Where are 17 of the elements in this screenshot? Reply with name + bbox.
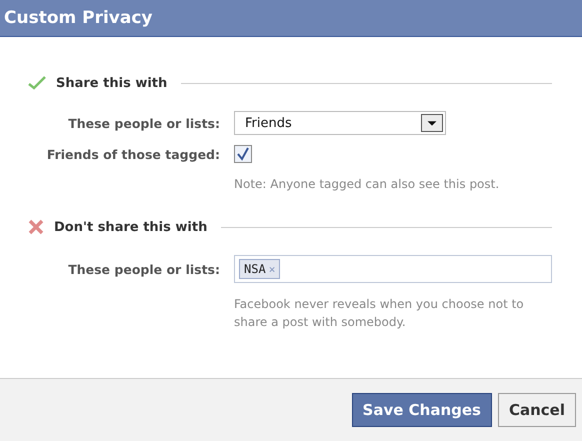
field-label: These people or lists: [67, 116, 220, 130]
save-button[interactable]: Save Changes [352, 393, 492, 427]
cross-icon [28, 219, 44, 235]
dialog-title: Custom Privacy [0, 0, 582, 37]
section-heading: Don't share this with [54, 220, 208, 234]
field-label: Friends of those tagged: [46, 146, 220, 162]
people-input-field[interactable]: NSA × [234, 255, 552, 283]
token: NSA × [239, 259, 280, 279]
checkbox[interactable] [234, 145, 252, 163]
checkmark-icon [28, 76, 46, 90]
dropdown[interactable]: Friends [234, 111, 446, 135]
note-text: Facebook never reveals when you choose not to share a post with somebody. [234, 296, 525, 331]
note-text: Note: Anyone tagged can also see this post. [234, 176, 500, 193]
cancel-button[interactable]: Cancel [498, 393, 576, 427]
field-label: These people or lists: [67, 262, 220, 276]
caret-icon [421, 114, 443, 132]
section-heading: Share this with [56, 76, 168, 90]
